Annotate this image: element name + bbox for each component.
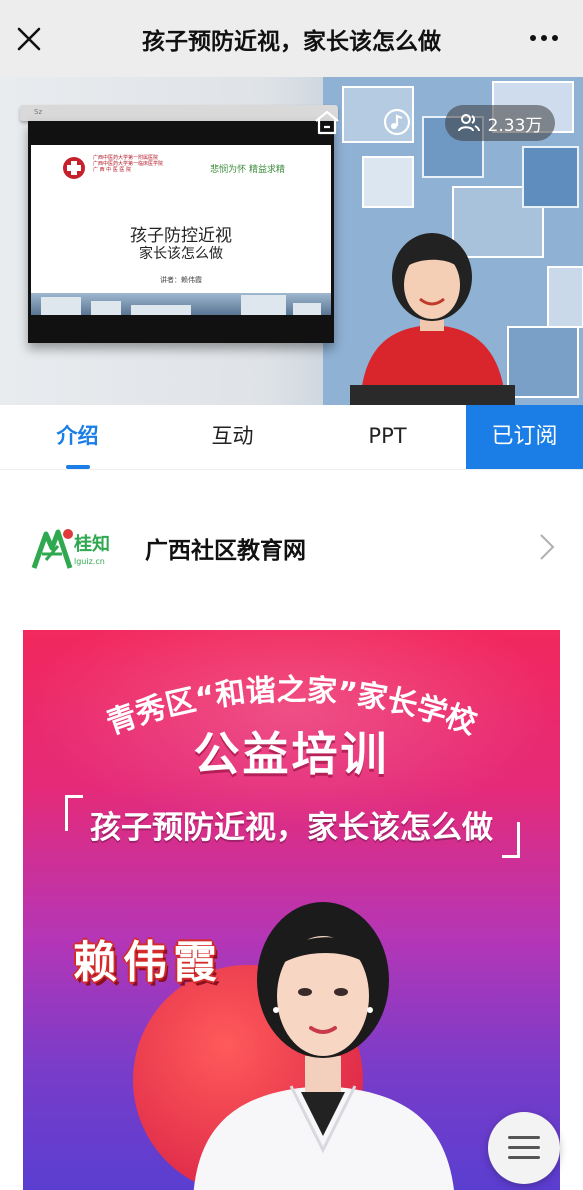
presentation-slide: 广西中医药大学第一附属医院 广西中医药大学第一临床医学院 广 西 中 医 医 院… xyxy=(31,145,331,315)
page-title: 孩子预防近视，家长该怎么做 xyxy=(142,29,441,55)
poster-topic: 孩子预防近视，家长该怎么做 xyxy=(90,810,493,846)
screen-brand: Sz xyxy=(34,108,43,116)
chevron-right-icon xyxy=(540,534,555,560)
home-icon[interactable] xyxy=(312,107,342,137)
video-player[interactable]: Sz 广西中医药大学第一附属医院 广西中医药大学第一临床医学院 广 西 中 医 … xyxy=(0,77,583,405)
more-icon[interactable] xyxy=(529,30,559,46)
menu-icon xyxy=(508,1136,540,1139)
viewer-count-badge: 2.33万 xyxy=(445,105,555,141)
tab-interact[interactable]: 互动 xyxy=(155,405,310,470)
presenter-figure xyxy=(350,233,515,405)
channel-logo-text: 桂知 xyxy=(73,533,110,555)
top-nav-bar: 孩子预防近视，家长该怎么做 xyxy=(0,0,583,77)
active-tab-indicator xyxy=(65,465,90,469)
hospital-emblem-icon xyxy=(63,157,85,179)
tab-intro[interactable]: 介绍 xyxy=(0,405,155,470)
course-poster: 青秀区“和谐之家”家长学校 公益培训 孩子预防近视，家长该怎么做 赖伟霞 xyxy=(23,630,560,1190)
users-icon xyxy=(457,114,480,132)
music-icon[interactable] xyxy=(382,107,412,137)
slide-slogan: 悲悯为怀 精益求精 xyxy=(210,165,285,175)
slide-author: 讲者：赖伟霞 xyxy=(160,276,202,284)
tab-ppt-label: PPT xyxy=(368,424,407,448)
doctor-portrait xyxy=(193,902,454,1190)
poster-speaker-name: 赖伟霞 xyxy=(73,937,223,988)
tab-interact-label: 互动 xyxy=(211,424,254,448)
menu-fab[interactable] xyxy=(488,1112,560,1184)
tab-intro-label: 介绍 xyxy=(56,424,99,448)
slide-subtitle: 家长该怎么做 xyxy=(139,246,223,262)
subscribed-button[interactable]: 已订阅 xyxy=(466,405,583,469)
tab-ppt[interactable]: PPT xyxy=(310,405,465,470)
channel-logo-url: lguiz.cn xyxy=(74,557,105,566)
channel-row[interactable]: 桂知 lguiz.cn 广西社区教育网 xyxy=(0,500,583,595)
projector-screen: 广西中医药大学第一附属医院 广西中医药大学第一临床医学院 广 西 中 医 医 院… xyxy=(28,121,334,343)
slide-campus-photo xyxy=(31,293,331,315)
close-icon[interactable] xyxy=(14,24,44,54)
viewer-count: 2.33万 xyxy=(487,115,543,136)
logo-line-3: 广 西 中 医 医 院 xyxy=(93,167,131,173)
projector-screen-housing: Sz xyxy=(20,105,338,121)
channel-logo: 桂知 lguiz.cn xyxy=(31,529,110,569)
channel-name: 广西社区教育网 xyxy=(145,538,306,564)
poster-main-title: 公益培训 xyxy=(193,727,390,781)
